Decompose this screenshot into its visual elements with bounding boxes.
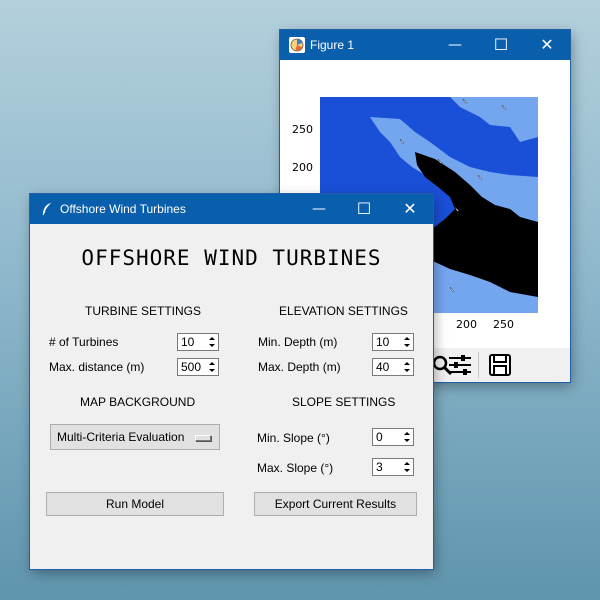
app-heading: OFFSHORE WIND TURBINES <box>81 246 382 270</box>
slope-settings-header: SLOPE SETTINGS <box>292 395 396 409</box>
x-tick-label: 250 <box>493 318 514 331</box>
min-slope-input[interactable] <box>373 429 404 445</box>
configure-subplots-icon[interactable] <box>446 351 474 379</box>
minimize-button[interactable]: — <box>296 194 342 224</box>
max-slope-spinbox[interactable] <box>372 458 414 476</box>
elevation-settings-header: ELEVATION SETTINGS <box>279 304 408 318</box>
spin-arrows-icon[interactable] <box>401 459 413 475</box>
maximize-button[interactable]: ☐ <box>478 30 524 60</box>
main-window: Offshore Wind Turbines — ☐ ✕ OFFSHORE WI… <box>30 194 433 569</box>
spin-arrows-icon[interactable] <box>401 359 413 375</box>
feather-icon <box>42 203 51 216</box>
y-tick-label: 250 <box>292 123 313 136</box>
min-slope-spinbox[interactable] <box>372 428 414 446</box>
min-depth-input[interactable] <box>373 334 404 350</box>
max-slope-input[interactable] <box>373 459 404 475</box>
spin-arrows-icon[interactable] <box>206 359 218 375</box>
close-button[interactable]: ✕ <box>524 30 570 60</box>
toolbar-separator <box>478 352 479 378</box>
run-model-button[interactable]: Run Model <box>46 492 224 516</box>
figure-titlebar[interactable]: Figure 1 — ☐ ✕ <box>280 30 570 60</box>
export-results-button[interactable]: Export Current Results <box>254 492 417 516</box>
maximize-button[interactable]: ☐ <box>341 194 387 224</box>
max-distance-input[interactable] <box>178 359 209 375</box>
num-turbines-spinbox[interactable] <box>177 333 219 351</box>
main-title: Offshore Wind Turbines <box>60 202 186 216</box>
map-background-header: MAP BACKGROUND <box>80 395 196 409</box>
min-slope-label: Min. Slope (°) <box>257 431 330 445</box>
turbine-settings-header: TURBINE SETTINGS <box>85 304 202 318</box>
max-depth-label: Max. Depth (m) <box>258 360 341 374</box>
max-depth-spinbox[interactable] <box>372 358 414 376</box>
save-icon[interactable] <box>486 351 514 379</box>
dropdown-indicator-icon <box>195 435 211 441</box>
figure-title: Figure 1 <box>310 38 355 52</box>
spin-arrows-icon[interactable] <box>206 334 218 350</box>
num-turbines-input[interactable] <box>178 334 209 350</box>
num-turbines-label: # of Turbines <box>49 335 119 349</box>
minimize-button[interactable]: — <box>432 30 478 60</box>
x-tick-label: 200 <box>456 318 477 331</box>
max-depth-input[interactable] <box>373 359 404 375</box>
main-titlebar[interactable]: Offshore Wind Turbines — ☐ ✕ <box>30 194 433 224</box>
max-slope-label: Max. Slope (°) <box>257 461 334 475</box>
min-depth-label: Min. Depth (m) <box>258 335 338 349</box>
spin-arrows-icon[interactable] <box>401 334 413 350</box>
y-tick-label: 200 <box>292 161 313 174</box>
map-background-dropdown[interactable]: Multi-Criteria Evaluation <box>50 424 220 450</box>
max-distance-spinbox[interactable] <box>177 358 219 376</box>
max-distance-label: Max. distance (m) <box>49 360 145 374</box>
map-background-selected: Multi-Criteria Evaluation <box>57 430 185 444</box>
min-depth-spinbox[interactable] <box>372 333 414 351</box>
spin-arrows-icon[interactable] <box>401 429 413 445</box>
matplotlib-icon <box>289 37 305 53</box>
close-button[interactable]: ✕ <box>387 194 433 224</box>
